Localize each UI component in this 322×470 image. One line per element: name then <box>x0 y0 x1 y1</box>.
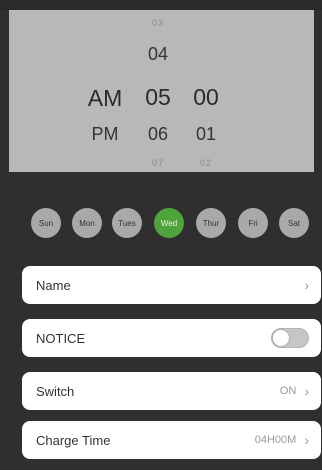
charge-time-value: 04H00M <box>254 434 297 446</box>
hour-column[interactable]: 03 04 05 06 07 <box>133 10 183 172</box>
day-label: Sat <box>287 218 300 228</box>
hour-upper[interactable]: 04 <box>133 44 183 65</box>
hour-faint-bottom: 07 <box>151 158 164 168</box>
switch-label: Switch <box>36 383 75 399</box>
day-label: Sun <box>38 218 54 228</box>
day-thur[interactable]: Thur <box>196 208 226 238</box>
day-label: Mon <box>79 218 95 228</box>
day-tues[interactable]: Tues <box>112 208 142 238</box>
name-label: Name <box>36 277 71 293</box>
name-row[interactable]: Name › <box>22 266 321 304</box>
day-sun[interactable]: Sun <box>31 208 61 238</box>
notice-row: NOTICE <box>22 319 321 357</box>
top-bar <box>0 0 322 10</box>
weekday-selector: Sun Mon Tues Wed Thur Fri Sat <box>0 208 322 238</box>
day-label: Fri <box>248 218 258 228</box>
minute-column[interactable]: 00 01 02 <box>181 10 231 172</box>
charge-time-row[interactable]: Charge Time 04H00M › <box>22 421 321 459</box>
day-label: Wed <box>160 218 178 228</box>
toggle-knob <box>273 330 289 346</box>
hour-faint-top: 03 <box>151 18 164 28</box>
minute-lower[interactable]: 01 <box>181 124 231 145</box>
day-label: Tues <box>118 218 136 228</box>
hour-selected[interactable]: 05 <box>133 84 183 111</box>
hour-lower[interactable]: 06 <box>133 124 183 145</box>
minute-selected[interactable]: 00 <box>181 84 231 111</box>
day-mon[interactable]: Mon <box>72 208 102 238</box>
switch-row[interactable]: Switch ON › <box>22 372 321 410</box>
charge-time-label: Charge Time <box>36 432 111 448</box>
ampm-am[interactable]: AM <box>79 85 131 112</box>
day-fri[interactable]: Fri <box>238 208 268 238</box>
day-sat[interactable]: Sat <box>279 208 309 238</box>
day-label: Thur <box>202 218 220 228</box>
day-wed[interactable]: Wed <box>154 208 184 238</box>
ampm-column[interactable]: AM PM <box>79 10 131 172</box>
notice-label: NOTICE <box>36 330 86 346</box>
switch-value: ON <box>279 385 297 397</box>
notice-toggle[interactable] <box>271 328 309 348</box>
minute-faint-bottom: 02 <box>199 158 212 168</box>
ampm-pm[interactable]: PM <box>79 124 131 145</box>
chevron-right-icon: › <box>304 432 309 448</box>
chevron-right-icon: › <box>304 383 309 399</box>
time-picker[interactable]: AM PM 03 04 05 06 07 00 01 02 <box>9 10 314 172</box>
chevron-right-icon: › <box>304 277 309 293</box>
